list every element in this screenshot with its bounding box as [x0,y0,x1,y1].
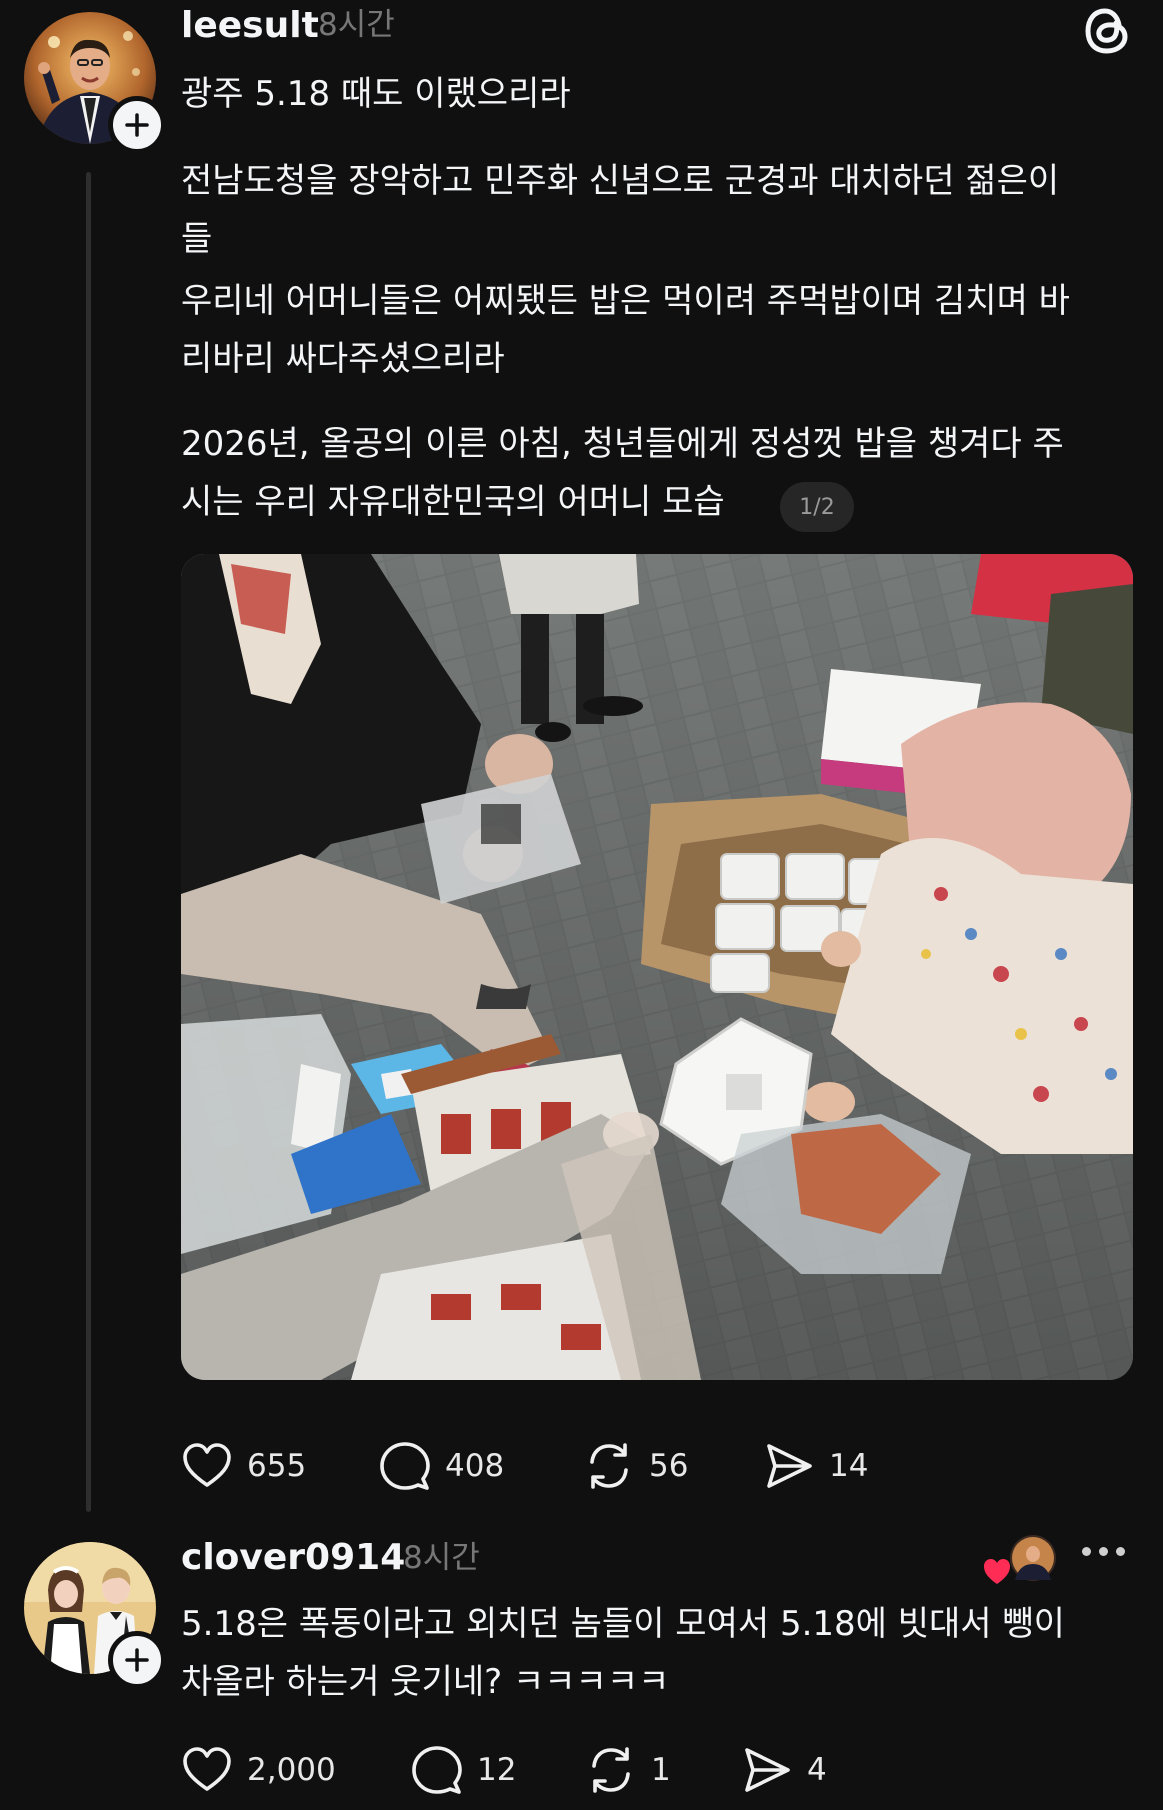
follow-author-button[interactable] [108,96,166,154]
send-icon [745,1748,790,1792]
comment-icon [380,1442,430,1490]
author-liked-indicator [983,1534,1059,1590]
like-count: 655 [247,1448,307,1484]
media-counter-badge: 1/2 [780,482,854,532]
plus-icon [125,1648,149,1672]
comment-icon [412,1746,462,1794]
threads-logo-icon[interactable] [1081,4,1135,62]
reply-username[interactable]: clover0914 [181,1540,405,1576]
reply-like-count: 2,000 [247,1752,336,1788]
post-text-line: 리바리 싸다주셨으리라 [181,339,505,379]
post-text-line: 우리네 어머니들은 어찌됐든 밥은 먹이려 주먹밥이며 김치며 바 [181,281,1070,321]
post-photo[interactable] [181,554,1133,1380]
reply-text-line: 차올라 하는거 웃기네? ㅋㅋㅋㅋㅋ [181,1662,670,1702]
repost-count: 56 [649,1448,689,1484]
reply-repost-count: 1 [651,1752,671,1788]
like-button[interactable]: 655 [181,1440,306,1492]
reply-count: 408 [445,1448,505,1484]
reply-timestamp: 8시간 [403,1540,480,1576]
thread-connector-line [86,172,91,1512]
more-icon[interactable] [1082,1547,1125,1556]
reply-reply-button[interactable]: 12 [411,1744,516,1796]
post-text-line: 2026년, 올공의 이른 아침, 청년들에게 정성껏 밥을 챙겨다 주 [181,424,1064,464]
repost-button[interactable]: 56 [583,1440,688,1492]
reply-share-button[interactable]: 4 [741,1744,827,1796]
reply-button[interactable]: 408 [379,1440,504,1492]
send-icon [767,1444,812,1488]
repost-icon [590,1443,628,1489]
post-username[interactable]: leesult [181,8,319,44]
reply-repost-button[interactable]: 1 [585,1744,671,1796]
share-button[interactable]: 14 [763,1440,868,1492]
post-text-line: 들 [181,219,213,259]
liked-heart-icon [984,1559,1010,1584]
reply-share-count: 4 [807,1752,827,1788]
post-text-line: 전남도청을 장악하고 민주화 신념으로 군경과 대치하던 젊은이 [181,161,1060,201]
repost-icon [592,1747,630,1793]
post-text-line: 시는 우리 자유대한민국의 어머니 모습 [181,482,725,522]
reply-text-line: 5.18은 폭동이라고 외치던 놈들이 모여서 5.18에 빗대서 뺑이 [181,1604,1065,1644]
plus-icon [125,113,149,137]
heart-icon [183,1747,231,1791]
heart-icon [183,1443,231,1487]
share-count: 14 [829,1448,869,1484]
follow-reply-author-button[interactable] [108,1631,166,1689]
reply-reply-count: 12 [477,1752,517,1788]
post-text-line: 광주 5.18 때도 이랬으리라 [181,74,571,114]
post-timestamp: 8시간 [318,7,395,43]
reply-like-button[interactable]: 2,000 [181,1744,336,1796]
